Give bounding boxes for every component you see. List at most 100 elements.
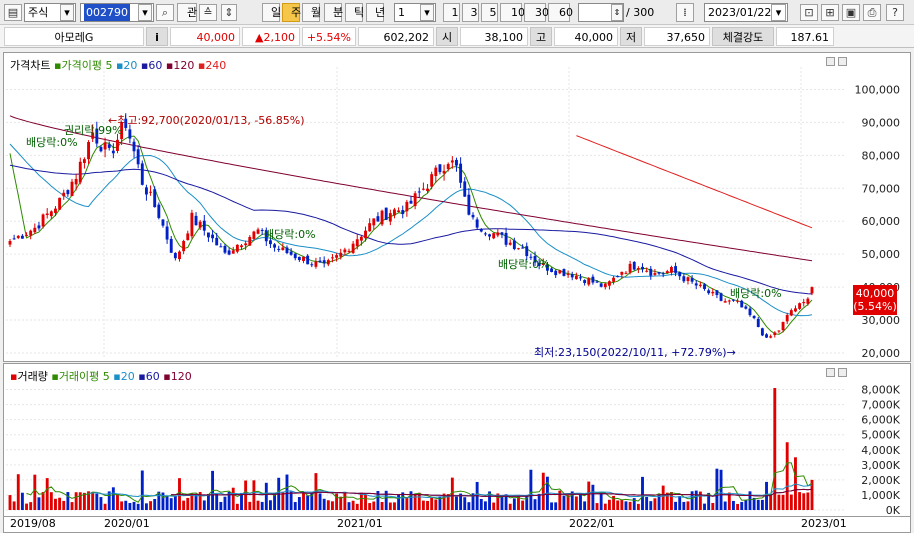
candle-body [479,229,483,232]
candle-body [413,193,417,207]
volume-bar [306,495,310,510]
volume-bar [756,499,760,510]
interval-3-label: 3 [470,6,478,19]
period-minute[interactable]: 분 [324,3,343,22]
candle-body [628,263,632,273]
related-button[interactable]: 관 [177,3,197,22]
candle-body [744,306,748,309]
volume-bar [223,496,227,510]
open-price: 38,100 [460,27,528,46]
save-icon[interactable]: ▣ [842,4,860,21]
candle-body [690,278,694,282]
chevron-down-icon[interactable]: ▾ [420,4,434,21]
print-icon[interactable]: ⎙ [863,4,881,21]
price-grid [6,67,844,359]
dividend-annotation-2: 배당락:0% [264,228,316,241]
volume-bar [694,490,698,510]
volume-bar [132,501,136,510]
volume-bar [364,494,367,510]
period-month[interactable]: 월 [302,3,321,22]
volume-y-tick: 3,000K [861,459,900,472]
volume-bar [182,500,186,510]
volume-bar [194,494,198,510]
help-icon[interactable]: ? [886,4,904,21]
chevron-down-icon[interactable]: ▾ [138,4,152,21]
search-icon[interactable]: ⌕ [156,4,174,21]
interval-60[interactable]: 60 [548,3,573,22]
volume-bar [355,503,359,510]
price-y-axis: 100,000 90,000 80,000 70,000 60,000 50,000 40,… [855,83,901,360]
period-week[interactable]: 주 [282,3,301,22]
candle-body [785,315,789,322]
volume-bar [583,501,587,510]
volume-bar [421,500,425,510]
interval-3[interactable]: 3 [462,3,479,22]
candle-body [566,273,570,275]
candle-body [107,144,111,148]
grid-icon[interactable]: ⁞ [676,3,694,22]
chart-settings-icon[interactable]: ⊡ [800,4,818,21]
candle-body [393,209,396,216]
volume-bar [467,502,471,510]
candle-body [74,178,78,185]
candle-body [426,188,429,191]
candle-body [591,276,595,283]
stack-icon[interactable]: ≙ [199,4,217,21]
related-button-label: 관 [187,6,198,19]
candle-body [235,244,239,252]
price-y-tick: 20,000 [862,347,901,360]
volume-bar [41,492,45,510]
candle-body [388,213,392,222]
candle-body [384,207,388,220]
candle-body [492,233,496,239]
spinner-icon[interactable]: ⇕ [611,4,623,21]
candle-body [62,192,66,197]
period-tick[interactable]: 틱 [345,3,364,22]
volume-bar [595,503,599,510]
candle-body [554,270,558,276]
volume-bar [463,497,467,510]
candle-body [517,248,520,250]
calendar-dropdown-icon[interactable]: ▾ [771,4,786,21]
price-y-tick: 80,000 [862,149,901,162]
volume-bar [574,496,578,510]
candle-body [182,240,186,252]
info-button-label: i [155,31,159,44]
candle-body [723,301,727,303]
candle-body [20,235,24,239]
up-down-arrow-icon[interactable]: ⇕ [221,4,237,21]
volume-bar [624,501,628,510]
period-year[interactable]: 년 [366,3,386,22]
interval-30[interactable]: 30 [524,3,549,22]
volume-y-tick: 2,000K [861,474,900,487]
volume-chart-panel[interactable]: ▪거래량 ▪거래이평 5 ▪20 ▪60 ▪120 8,000K 7,000K 6,… [3,363,911,517]
volume-bar [359,492,363,510]
candle-body [273,244,277,248]
dividend-annotation-1: 배당락:0% [26,136,78,149]
chevron-down-icon[interactable]: ▾ [60,4,74,21]
volume-bar [777,494,781,510]
candle-body [421,188,425,190]
volume-bar [215,493,219,510]
high-price-text: 40,000 [574,31,614,44]
volume-bar [244,480,248,510]
candle-body [409,200,413,204]
volume-bar [653,498,657,510]
period-year-label: 년 [375,6,386,19]
volume-bar [674,501,678,510]
candle-body [512,240,516,249]
price-chart-panel[interactable]: 가격차트 ▪가격이평 5 ▪20 ▪60 ▪120 ▪240 100,000 90… [3,52,911,362]
candle-body [54,208,57,213]
indicator-icon[interactable]: ⊞ [821,4,839,21]
volume-bar [599,492,603,510]
period-day[interactable]: 일 [262,3,281,22]
candle-body [405,201,409,212]
interval-1[interactable]: 1 [443,3,460,22]
candle-body [37,225,41,229]
menu-icon[interactable]: ▤ [4,4,22,21]
price-y-tick: 100,000 [855,83,901,96]
interval-5[interactable]: 5 [481,3,498,22]
volume-bar [252,480,256,510]
info-button[interactable]: i [146,27,168,46]
interval-10[interactable]: 10 [500,3,525,22]
